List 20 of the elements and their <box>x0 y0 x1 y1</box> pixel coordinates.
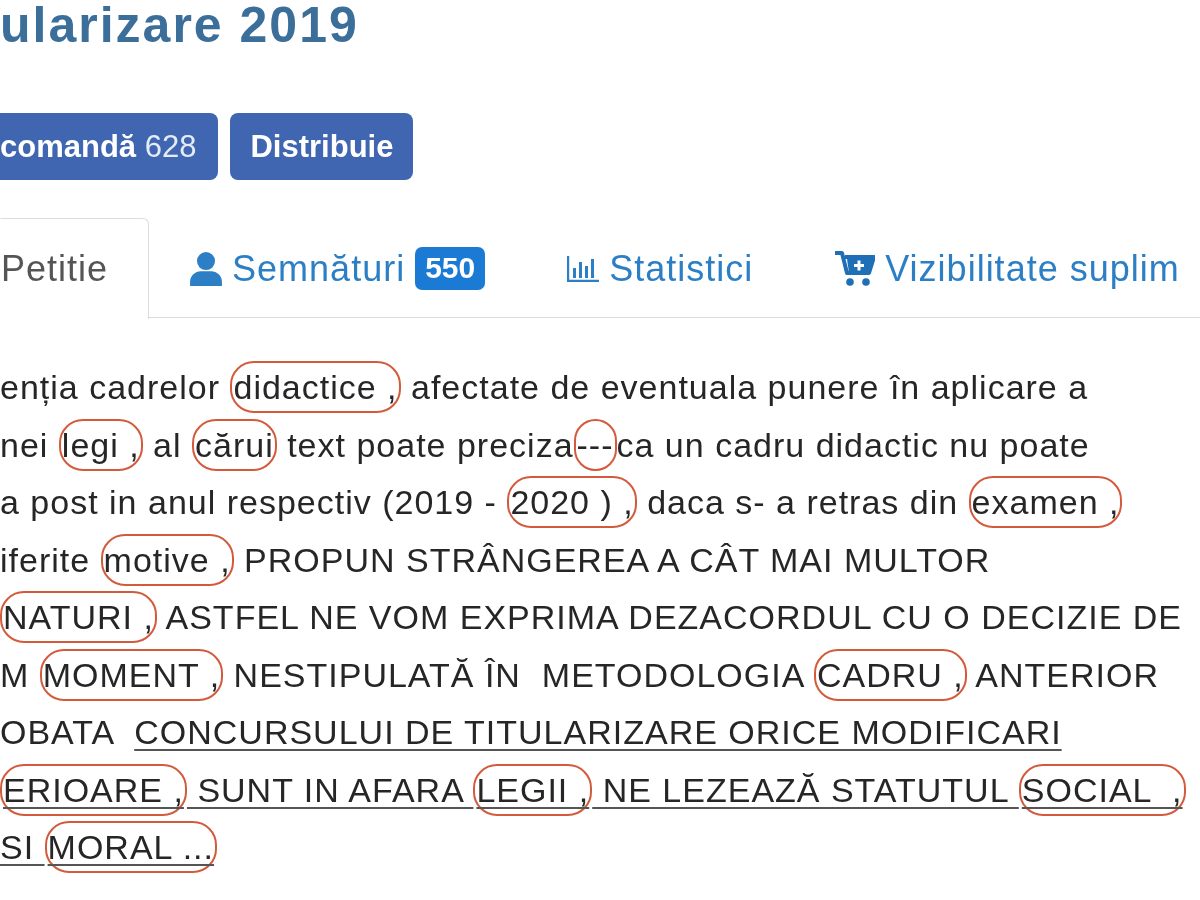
tab[interactable]: Petitie <box>0 218 150 319</box>
petition-text-line: ERIOARE , SUNT IN AFARA LEGII , NE LEZEAZĂ STATUTUL SOCIAL , <box>0 761 1200 819</box>
share-button[interactable]: Distribuie <box>230 113 414 180</box>
petition-text-line: iferite motive , PROPUN STRÂNGEREA A CÂT MAI MULTOR <box>0 531 1200 589</box>
cart-plus-icon <box>835 250 876 287</box>
petition-text-line: SI MORAL ... <box>0 819 1200 877</box>
count-badge: 550 <box>415 247 486 290</box>
petition-text-line: enția cadrelor didactice , afectate de eventuala punere în aplicare a <box>0 359 1200 417</box>
page-title: ularizare 2019 <box>0 0 360 52</box>
petition-text-line: OBATA CONCURSULUI DE TITULARIZARE ORICE MODIFICARI <box>0 712 1063 753</box>
petition-text-line: nei legi , al cărui text poate preciza---ca un cadru didactic nu poate <box>0 416 1200 474</box>
petition-text-line: NATURI , ASTFEL NE VOM EXPRIMA DEZACORDUL CU O DECIZIE DE <box>0 589 1200 647</box>
petition-text-line: a post in anul respectiv (2019 - 2020 ) , daca s- a retras din examen , <box>0 474 1200 532</box>
petition-text-line: M MOMENT , NESTIPULATĂ ÎN METODOLOGIA CADRU , ANTERIOR <box>0 646 1200 704</box>
bar-chart-icon <box>567 255 600 282</box>
tab[interactable]: Statistici <box>526 218 795 318</box>
tab[interactable]: Semnături 550 <box>149 218 527 318</box>
tab[interactable]: Vizibilitate suplim <box>794 218 1200 318</box>
recommend-button[interactable]: comandă 628 <box>0 113 219 180</box>
person-icon <box>190 251 223 286</box>
